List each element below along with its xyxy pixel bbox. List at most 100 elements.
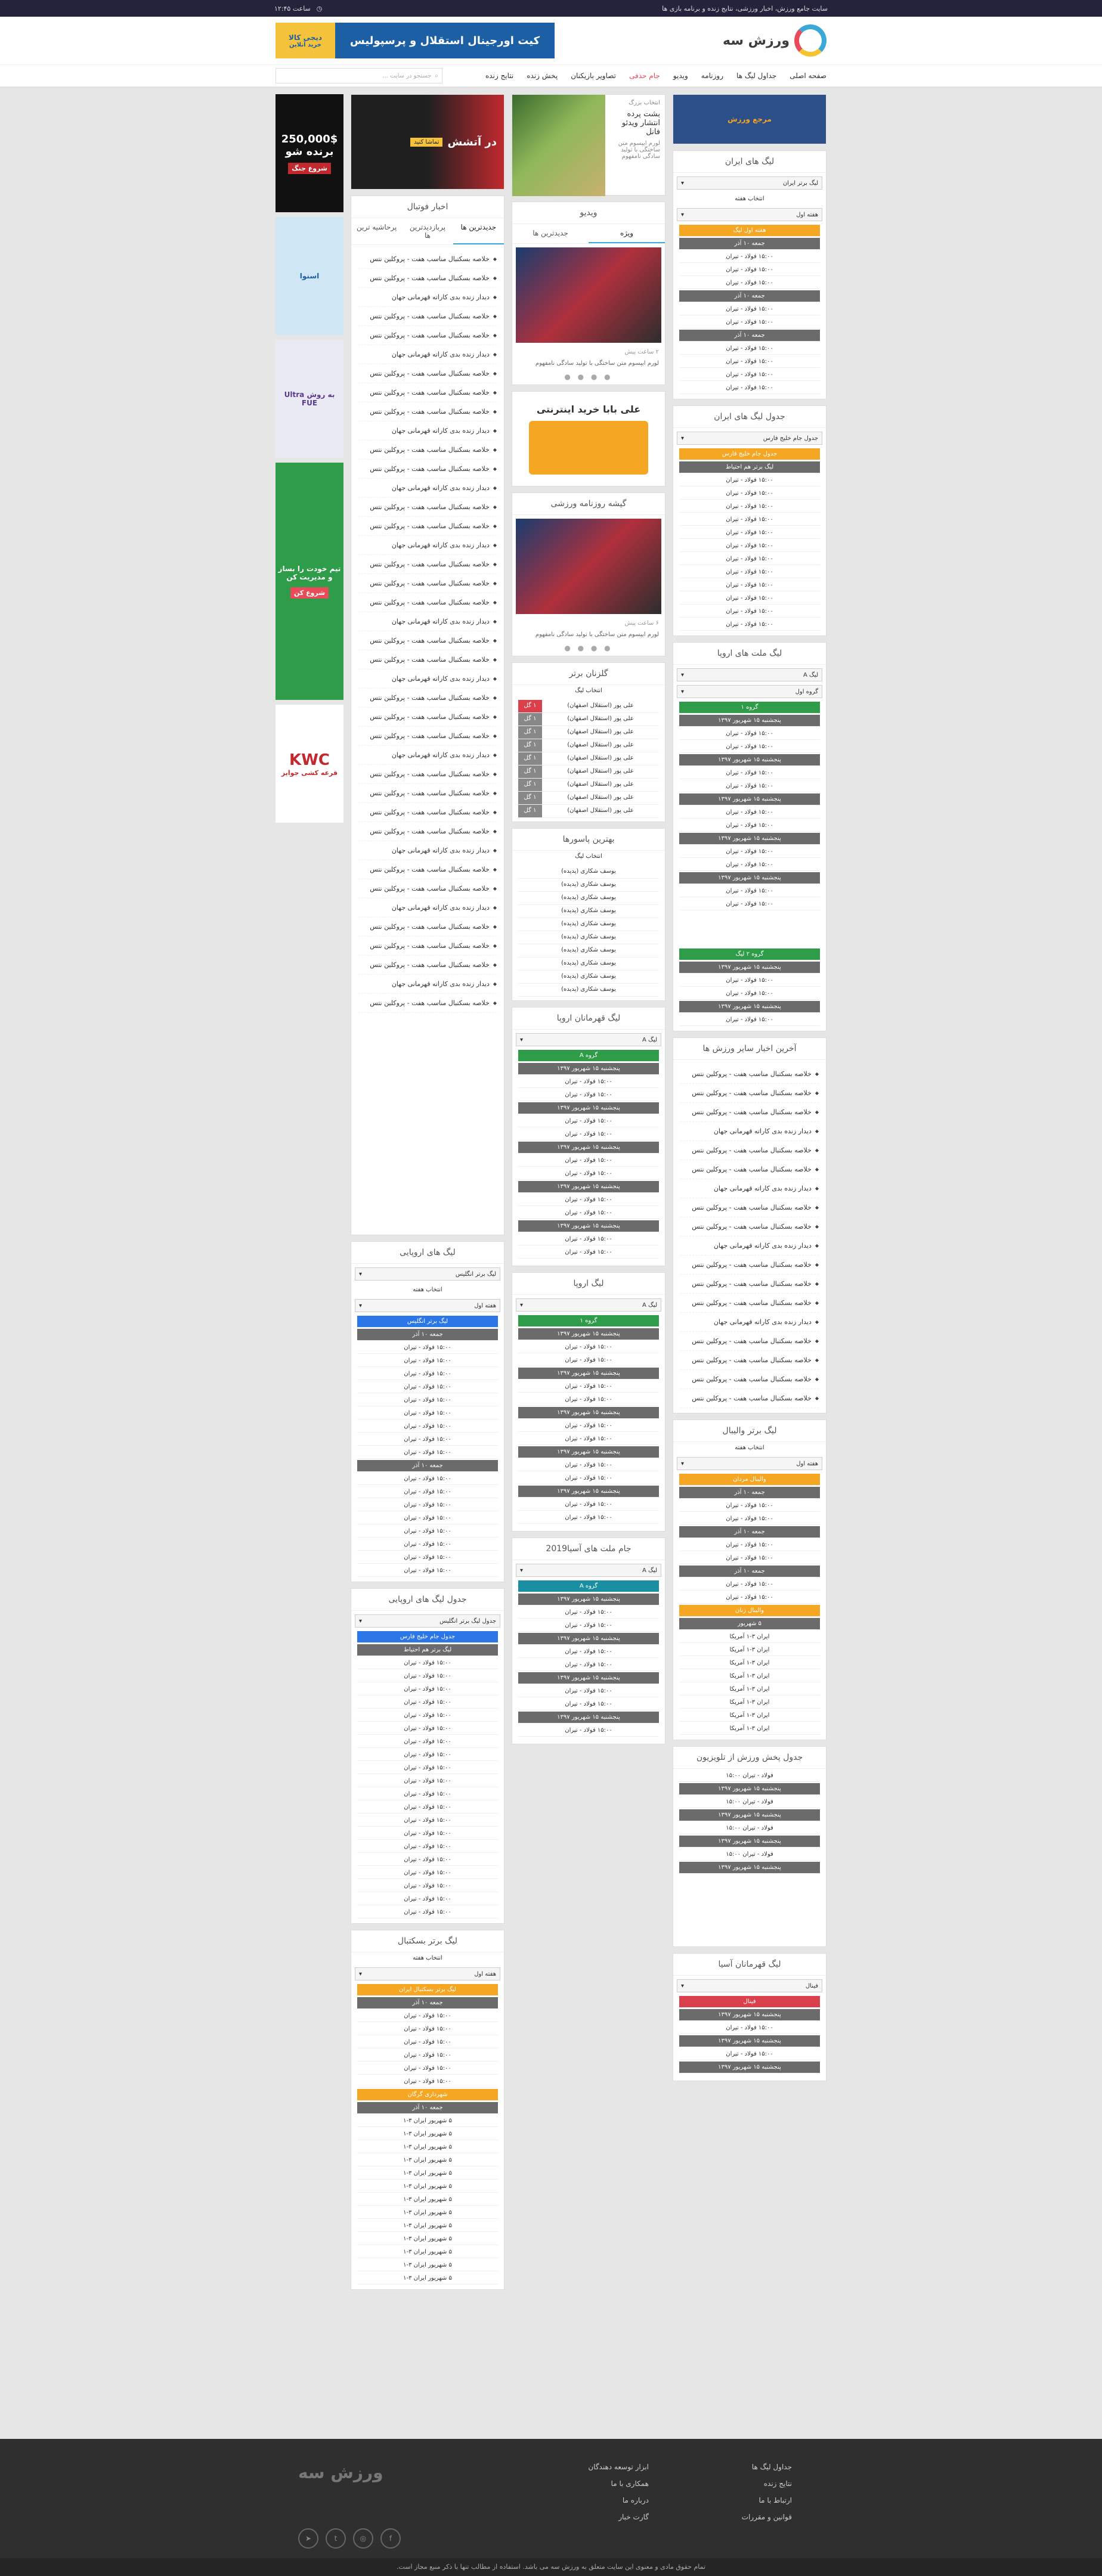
- news-item[interactable]: دیدار زنده بدی کاراته قهرمانی جهان: [358, 975, 497, 994]
- news-item[interactable]: خلاصه بسکتبال مناسب هفت - پروکلین نتس: [358, 383, 497, 402]
- table-row[interactable]: یوسف شکاری (پدیده): [518, 957, 659, 971]
- news-item[interactable]: خلاصه بسکتبال مناسب هفت - پروکلین نتس: [358, 917, 497, 937]
- match-row[interactable]: ۵ شهریور ایران ۳-۱: [357, 2259, 498, 2271]
- table-row[interactable]: علی پور (استقلال اصفهان) ۱ گل: [518, 765, 659, 779]
- table-row[interactable]: علی پور (استقلال اصفهان) ۱ گل: [518, 739, 659, 752]
- match-row[interactable]: ۱۵:۰۰ فولاد - تیران: [518, 1207, 659, 1219]
- match-row[interactable]: ۱۵:۰۰ فولاد - تیران: [357, 1408, 498, 1419]
- match-row[interactable]: ۱۵:۰۰ فولاد - تیران: [518, 1512, 659, 1524]
- match-row[interactable]: ۱۵:۰۰ فولاد - تیران: [357, 1486, 498, 1498]
- match-row[interactable]: ۱۵:۰۰ فولاد - تیران: [679, 885, 820, 897]
- league-select[interactable]: لیگ برتر انگلیس ▾: [355, 1267, 500, 1281]
- news-item[interactable]: خلاصه بسکتبال مناسب هفت - پروکلین نتس: [358, 441, 497, 460]
- match-row[interactable]: ۱۵:۰۰ فولاد - تیران: [357, 1512, 498, 1524]
- match-row[interactable]: ایران ۳-۱ آمریکا: [679, 1670, 820, 1682]
- news-item[interactable]: خلاصه بسکتبال مناسب هفت - پروکلین نتس: [680, 1217, 819, 1236]
- header-banner[interactable]: کیت اورجینال استقلال و پرسپولیس دیجی کال…: [276, 23, 555, 58]
- news-item[interactable]: خلاصه بسکتبال مناسب هفت - پروکلین نتس: [358, 307, 497, 326]
- match-row[interactable]: ۱۵:۰۰ فولاد - تیران: [518, 1354, 659, 1366]
- match-row[interactable]: ۱۵:۰۰ فولاد - تیران: [357, 2023, 498, 2035]
- match-row[interactable]: ۱۵:۰۰ فولاد - تیران: [357, 1434, 498, 1446]
- news-item[interactable]: خلاصه بسکتبال مناسب هفت - پروکلین نتس: [358, 574, 497, 593]
- match-row[interactable]: ۱۵:۰۰ فولاد - تیران: [357, 2010, 498, 2022]
- match-row[interactable]: ۱۵:۰۰ فولاد - تیران: [518, 1129, 659, 1140]
- table-row[interactable]: علی پور (استقلال اصفهان) ۱ گل: [518, 752, 659, 765]
- news-item[interactable]: دیدار زنده بدی کاراته قهرمانی جهان: [358, 536, 497, 555]
- week-select[interactable]: هفته اول ▾: [355, 1299, 500, 1312]
- news-item[interactable]: خلاصه بسکتبال مناسب هفت - پروکلین نتس: [680, 1084, 819, 1103]
- news-item[interactable]: دیدار زنده بدی کاراته قهرمانی جهان: [358, 841, 497, 860]
- table-select[interactable]: جدول جام خلیج فارس ▾: [677, 432, 822, 445]
- news-item[interactable]: خلاصه بسکتبال مناسب هفت - پروکلین نتس: [680, 1103, 819, 1122]
- table-row[interactable]: علی پور (استقلال اصفهان) ۱ گل: [518, 713, 659, 726]
- match-row[interactable]: ۱۵:۰۰ فولاد - تیران: [679, 277, 820, 289]
- news-item[interactable]: خلاصه بسکتبال مناسب هفت - پروکلین نتس: [358, 326, 497, 345]
- table-row[interactable]: یوسف شکاری (پدیده): [518, 866, 659, 879]
- match-row[interactable]: ۱۵:۰۰ فولاد - تیران: [357, 1355, 498, 1367]
- league-select[interactable]: لیگ A ▾: [516, 1033, 661, 1046]
- match-row[interactable]: ۱۵:۰۰ فولاد - تیران: [679, 1552, 820, 1564]
- match-row[interactable]: ۵ شهریور ایران ۳-۱: [357, 2181, 498, 2193]
- match-row[interactable]: ۱۵:۰۰ فولاد - تیران: [518, 1433, 659, 1445]
- news-item[interactable]: خلاصه بسکتبال مناسب هفت - پروکلین نتس: [358, 517, 497, 536]
- site-logo[interactable]: ورزش سه: [723, 24, 827, 57]
- news-item[interactable]: خلاصه بسکتبال مناسب هفت - پروکلین نتس: [358, 269, 497, 288]
- footer-logo[interactable]: ورزش سه: [298, 2463, 383, 2482]
- slider-dots[interactable]: ● ● ● ●: [512, 369, 665, 385]
- match-row[interactable]: ۱۵:۰۰ فولاد - تیران: [679, 728, 820, 740]
- match-row[interactable]: ۵ شهریور ایران ۳-۱: [357, 2207, 498, 2219]
- footer-link[interactable]: همکاری با ما: [530, 2479, 649, 2488]
- news-item[interactable]: خلاصه بسکتبال مناسب هفت - پروکلین نتس: [358, 879, 497, 898]
- match-row[interactable]: ۱۵:۰۰ فولاد - تیران: [518, 1394, 659, 1406]
- match-row[interactable]: ۱۵:۰۰ فولاد - تیران: [357, 1473, 498, 1485]
- news-item[interactable]: خلاصه بسکتبال مناسب هفت - پروکلین نتس: [358, 364, 497, 383]
- news-item[interactable]: خلاصه بسکتبال مناسب هفت - پروکلین نتس: [680, 1160, 819, 1179]
- match-row[interactable]: ۱۵:۰۰ فولاد - تیران: [518, 1247, 659, 1258]
- news-item[interactable]: خلاصه بسکتبال مناسب هفت - پروکلین نتس: [358, 402, 497, 421]
- match-row[interactable]: ۱۵:۰۰ فولاد - تیران: [518, 1233, 659, 1245]
- stage-select[interactable]: فینال ▾: [677, 1979, 822, 1992]
- news-item[interactable]: دیدار زنده بدی کاراته قهرمانی جهان: [358, 669, 497, 689]
- banner-cta[interactable]: خرید آنلاین: [289, 42, 321, 48]
- match-row[interactable]: ۱۵:۰۰ فولاد - تیران: [518, 1698, 659, 1710]
- tab-newest[interactable]: جدیدترین ها: [453, 218, 504, 244]
- match-row[interactable]: ۵ شهریور ایران ۳-۱: [357, 2246, 498, 2258]
- match-row[interactable]: ۱۵:۰۰ فولاد - تیران: [357, 1368, 498, 1380]
- news-item[interactable]: خلاصه بسکتبال مناسب هفت - پروکلین نتس: [358, 593, 497, 612]
- match-row[interactable]: ۱۵:۰۰ فولاد - تیران: [679, 251, 820, 263]
- news-item[interactable]: خلاصه بسکتبال مناسب هفت - پروکلین نتس: [358, 631, 497, 650]
- match-row[interactable]: ۱۵:۰۰ فولاد - تیران: [518, 1341, 659, 1353]
- match-row[interactable]: ۵ شهریور ایران ۳-۱: [357, 2168, 498, 2180]
- match-row[interactable]: ۱۵:۰۰ فولاد - تیران: [518, 1459, 659, 1471]
- league-select[interactable]: لیگ A ▾: [516, 1564, 661, 1577]
- match-row[interactable]: ۱۵:۰۰ فولاد - تیران: [679, 846, 820, 858]
- match-row[interactable]: ۱۵:۰۰ فولاد - تیران: [679, 820, 820, 832]
- news-item[interactable]: خلاصه بسکتبال مناسب هفت - پروکلین نتس: [358, 765, 497, 784]
- news-item[interactable]: خلاصه بسکتبال مناسب هفت - پروکلین نتس: [680, 1332, 819, 1351]
- news-item[interactable]: دیدار زنده بدی کاراته قهرمانی جهان: [358, 345, 497, 364]
- match-row[interactable]: ۱۵:۰۰ فولاد - تیران: [357, 1342, 498, 1354]
- nav-item-video[interactable]: ویدیو: [673, 72, 688, 80]
- footer-link[interactable]: جداول لیگ ها: [673, 2463, 792, 2471]
- match-row[interactable]: ۱۵:۰۰ فولاد - تیران: [357, 1526, 498, 1537]
- match-row[interactable]: ۵ شهریور ایران ۳-۱: [357, 2273, 498, 2284]
- slider-dots[interactable]: ● ● ● ●: [512, 640, 665, 656]
- table-row[interactable]: علی پور (استقلال اصفهان) ۱ گل: [518, 700, 659, 713]
- nav-item-tables[interactable]: جداول لیگ ها: [736, 72, 776, 80]
- match-row[interactable]: ۱۵:۰۰ فولاد - تیران: [357, 1565, 498, 1577]
- table-select[interactable]: جدول لیگ برتر انگلیس ▾: [355, 1614, 500, 1628]
- news-item[interactable]: خلاصه بسکتبال مناسب هفت - پروکلین نتس: [358, 689, 497, 708]
- tab-special[interactable]: ویژه: [589, 224, 665, 243]
- table-row[interactable]: یوسف شکاری (پدیده): [518, 918, 659, 931]
- match-row[interactable]: ۱۵:۰۰ فولاد - تیران: [679, 2048, 820, 2060]
- match-row[interactable]: ۱۵:۰۰ فولاد - تیران: [518, 1620, 659, 1632]
- table-row[interactable]: یوسف شکاری (پدیده): [518, 905, 659, 918]
- match-row[interactable]: ۱۵:۰۰ فولاد - تیران: [679, 741, 820, 753]
- match-row[interactable]: ۱۵:۰۰ فولاد - تیران: [679, 303, 820, 315]
- news-item[interactable]: خلاصه بسکتبال مناسب هفت - پروکلین نتس: [358, 956, 497, 975]
- match-row[interactable]: ۱۵:۰۰ فولاد - تیران: [357, 1447, 498, 1459]
- match-row[interactable]: ۵ شهریور ایران ۳-۱: [357, 2141, 498, 2153]
- news-item[interactable]: خلاصه بسکتبال مناسب هفت - پروکلین نتس: [680, 1389, 819, 1408]
- match-row[interactable]: ۱۵:۰۰ فولاد - تیران: [357, 1552, 498, 1564]
- match-row[interactable]: ۱۵:۰۰ فولاد - تیران: [679, 1014, 820, 1026]
